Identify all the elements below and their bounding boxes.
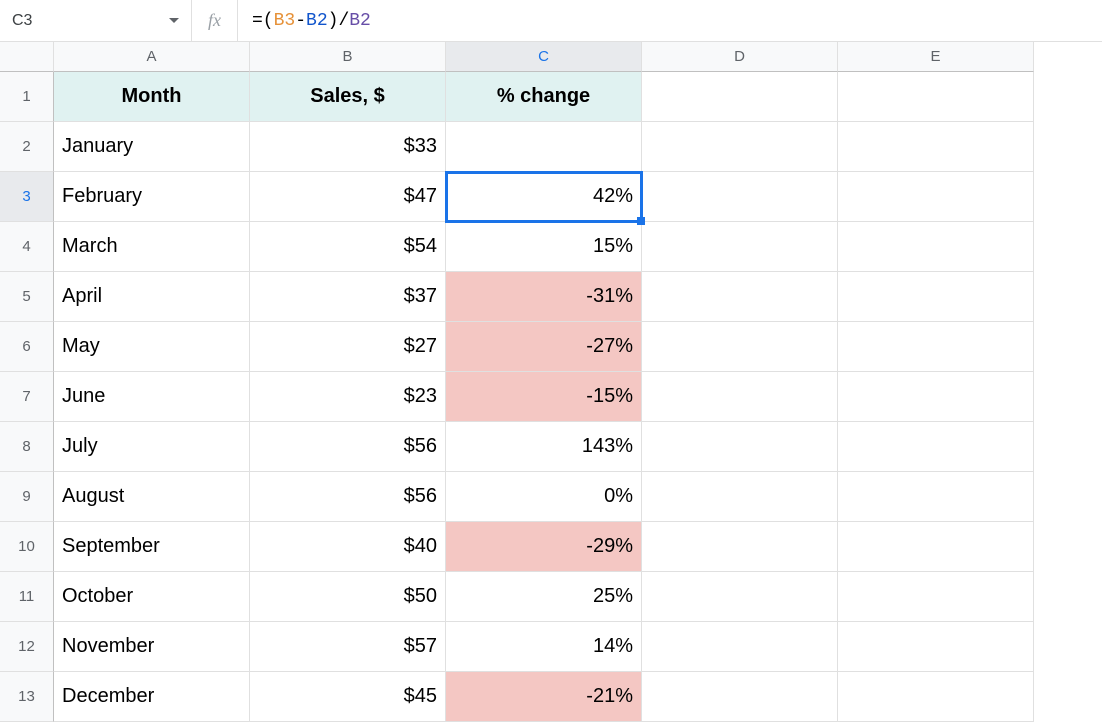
cell-month[interactable]: March (54, 222, 250, 272)
cell[interactable] (642, 422, 838, 472)
cell-month[interactable]: August (54, 472, 250, 522)
cell[interactable] (838, 272, 1034, 322)
row-header[interactable]: 5 (0, 272, 54, 322)
cell[interactable] (838, 422, 1034, 472)
formula-token: )/ (328, 11, 350, 31)
cell-month[interactable]: January (54, 122, 250, 172)
spreadsheet-grid[interactable]: ABCDE 1MonthSales, $% change 2January$33 3F… (0, 42, 1102, 722)
formula-token: B2 (306, 11, 328, 31)
cell[interactable] (838, 472, 1034, 522)
cell[interactable] (642, 522, 838, 572)
row-header[interactable]: 11 (0, 572, 54, 622)
cell-sales[interactable]: $50 (250, 572, 446, 622)
row-header[interactable]: 6 (0, 322, 54, 372)
cell[interactable] (838, 222, 1034, 272)
cell[interactable] (642, 172, 838, 222)
formula-input[interactable]: =(B3-B2)/B2 (238, 0, 1102, 41)
cell[interactable] (642, 572, 838, 622)
formula-bar: C3 fx =(B3-B2)/B2 (0, 0, 1102, 42)
cell-change[interactable] (446, 122, 642, 172)
cell-change[interactable]: 143% (446, 422, 642, 472)
cell-sales[interactable]: $33 (250, 122, 446, 172)
cell[interactable] (838, 672, 1034, 722)
cell-sales[interactable]: $47 (250, 172, 446, 222)
fx-icon: fx (192, 0, 238, 41)
header-change[interactable]: % change (446, 72, 642, 122)
cell-change[interactable]: 15% (446, 222, 642, 272)
cell[interactable] (642, 472, 838, 522)
cell[interactable] (838, 322, 1034, 372)
formula-token: B3 (274, 11, 296, 31)
cell[interactable] (642, 272, 838, 322)
name-box[interactable]: C3 (0, 0, 192, 41)
formula-token: - (295, 11, 306, 31)
header-sales[interactable]: Sales, $ (250, 72, 446, 122)
row-header[interactable]: 3 (0, 172, 54, 222)
cell-change[interactable]: -29% (446, 522, 642, 572)
cell-change[interactable]: -27% (446, 322, 642, 372)
cell-change[interactable]: 0% (446, 472, 642, 522)
cell-sales[interactable]: $56 (250, 422, 446, 472)
cell-month[interactable]: September (54, 522, 250, 572)
cell-month[interactable]: December (54, 672, 250, 722)
row-header[interactable]: 8 (0, 422, 54, 472)
cell-change[interactable]: -31% (446, 272, 642, 322)
cell-change[interactable]: 25% (446, 572, 642, 622)
cell[interactable] (642, 622, 838, 672)
cell-sales[interactable]: $45 (250, 672, 446, 722)
cell[interactable] (838, 372, 1034, 422)
cell[interactable] (838, 572, 1034, 622)
cell-month[interactable]: October (54, 572, 250, 622)
row-header[interactable]: 4 (0, 222, 54, 272)
cell[interactable] (838, 622, 1034, 672)
cell[interactable] (838, 172, 1034, 222)
cell-sales[interactable]: $56 (250, 472, 446, 522)
cell-month[interactable]: November (54, 622, 250, 672)
cell-change[interactable]: 42% (446, 172, 642, 222)
column-header-a[interactable]: A (54, 42, 250, 72)
name-box-text: C3 (12, 12, 163, 30)
cell[interactable] (642, 322, 838, 372)
row-header[interactable]: 12 (0, 622, 54, 672)
row-header[interactable]: 2 (0, 122, 54, 172)
cell-change[interactable]: 14% (446, 622, 642, 672)
cell[interactable] (642, 72, 838, 122)
header-month[interactable]: Month (54, 72, 250, 122)
cell-sales[interactable]: $40 (250, 522, 446, 572)
column-header-e[interactable]: E (838, 42, 1034, 72)
cell-month[interactable]: May (54, 322, 250, 372)
cell-change[interactable]: -21% (446, 672, 642, 722)
row-header[interactable]: 1 (0, 72, 54, 122)
row-header[interactable]: 9 (0, 472, 54, 522)
cell-sales[interactable]: $37 (250, 272, 446, 322)
cell-sales[interactable]: $54 (250, 222, 446, 272)
column-header-d[interactable]: D (642, 42, 838, 72)
column-header-b[interactable]: B (250, 42, 446, 72)
cell-month[interactable]: June (54, 372, 250, 422)
cell[interactable] (838, 72, 1034, 122)
cell-month[interactable]: July (54, 422, 250, 472)
cell-change[interactable]: -15% (446, 372, 642, 422)
cell-month[interactable]: February (54, 172, 250, 222)
row-header[interactable]: 10 (0, 522, 54, 572)
cell[interactable] (642, 222, 838, 272)
formula-token: =( (252, 11, 274, 31)
chevron-down-icon (169, 18, 179, 23)
cell[interactable] (838, 522, 1034, 572)
cell[interactable] (642, 372, 838, 422)
row-header[interactable]: 13 (0, 672, 54, 722)
select-all-corner[interactable] (0, 42, 54, 72)
cell-sales[interactable]: $23 (250, 372, 446, 422)
fill-handle[interactable] (637, 217, 645, 225)
cell-sales[interactable]: $27 (250, 322, 446, 372)
row-header[interactable]: 7 (0, 372, 54, 422)
column-header-c[interactable]: C (446, 42, 642, 72)
cell-month[interactable]: April (54, 272, 250, 322)
cell[interactable] (642, 122, 838, 172)
formula-token: B2 (349, 11, 371, 31)
cell[interactable] (642, 672, 838, 722)
cell[interactable] (838, 122, 1034, 172)
cell-sales[interactable]: $57 (250, 622, 446, 672)
